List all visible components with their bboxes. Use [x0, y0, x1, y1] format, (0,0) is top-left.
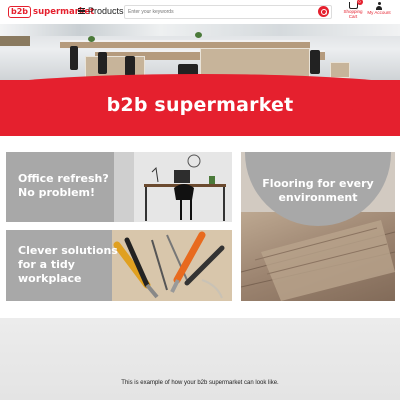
cart-count-badge: 0 [356, 0, 363, 5]
account-label: My Account [367, 10, 391, 15]
tools-image [112, 230, 232, 301]
search-input[interactable] [124, 5, 332, 19]
office-refresh-text: Office refresh? No problem! [18, 172, 109, 199]
my-account-button[interactable]: My Account [365, 2, 393, 16]
desk-chair-image [114, 152, 232, 222]
flooring-tile[interactable]: Flooring for every environment [241, 152, 395, 301]
bottom-description: This is example of how your b2b supermar… [121, 380, 279, 386]
shopping-cart-button[interactable]: 0 Shopping Cart [342, 0, 364, 19]
top-bar: b2b supermarket Products 0 Shopping Cart… [0, 0, 400, 24]
user-icon [376, 2, 383, 10]
search-icon[interactable] [318, 6, 329, 17]
cart-icon: 0 [348, 0, 363, 9]
products-menu-button[interactable]: Products [78, 6, 124, 16]
flooring-text: Flooring for every environment [262, 177, 374, 204]
logo-mark: b2b [8, 6, 32, 18]
clever-solutions-text: Clever solutions for a tidy workplace [18, 244, 118, 285]
office-refresh-tile[interactable]: Office refresh? No problem! [6, 152, 232, 222]
clever-solutions-tile[interactable]: Clever solutions for a tidy workplace [6, 230, 232, 301]
bottom-section [0, 318, 400, 400]
hero-office-image [0, 24, 400, 80]
menu-icon [78, 8, 85, 14]
products-label: Products [88, 6, 124, 16]
cart-label: Shopping Cart [343, 9, 363, 19]
hero-title: b2b supermarket [106, 94, 294, 116]
hero-banner[interactable]: b2b supermarket [0, 24, 400, 136]
